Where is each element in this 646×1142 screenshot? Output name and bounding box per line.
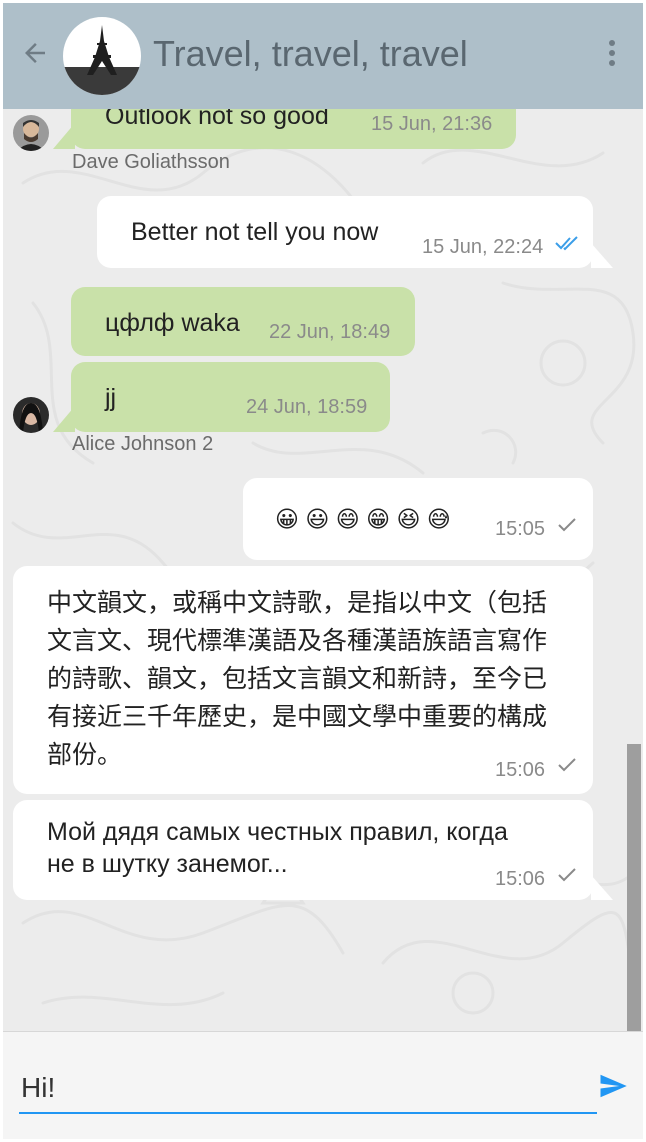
message-bubble-outgoing[interactable]: 中文韻文，或稱中文詩歌，是指以中文（包括 文言文、現代標準漢語及各種漢語族語言寫… <box>13 566 593 794</box>
message-text: Better not tell you now <box>131 218 379 246</box>
message-bubble-incoming[interactable]: jj 24 Jun, 18:59 <box>71 362 390 432</box>
message-time: 15 Jun, 21:36 <box>371 113 493 135</box>
message-text-line: 部份。 <box>47 741 123 769</box>
message-text-line: 的詩歌、韻文，包括文言韻文和新詩，至今已 <box>47 665 548 693</box>
message-text-line: 中文韻文，或稱中文詩歌，是指以中文（包括 <box>47 589 548 617</box>
bubble-tail <box>591 243 613 268</box>
check-icon <box>558 518 576 532</box>
message-time: 22 Jun, 18:49 <box>269 321 391 343</box>
message-time: 15:05 <box>495 518 546 540</box>
app-bar: Travel, travel, travel <box>3 3 643 109</box>
message-bubble-outgoing[interactable]: 😀 😃 😄 😁 😆 😅 15:05 <box>243 478 593 560</box>
sender-name: Alice Johnson 2 <box>72 433 214 455</box>
sender-avatar-alice[interactable] <box>13 397 49 433</box>
sender-avatar-dave[interactable] <box>13 115 49 151</box>
message-text-line: Мой дядя самых честных правил, когда <box>47 818 508 846</box>
message-text-line: не в шутку занемог... <box>47 850 288 878</box>
message-time: 15:06 <box>495 868 546 890</box>
message-text: 中文韻文，或稱中文詩歌，是指以中文（包括 文言文、現代標準漢語及各種漢語族語言寫… <box>47 584 547 774</box>
eiffel-tower-avatar <box>63 25 141 95</box>
back-button[interactable] <box>15 33 55 73</box>
message-bubble-outgoing[interactable]: Better not tell you now 15 Jun, 22:24 <box>97 196 593 268</box>
message-input[interactable] <box>19 1064 597 1114</box>
message-time: 15 Jun, 22:24 <box>422 236 544 258</box>
bubble-tail <box>591 875 613 900</box>
send-button[interactable] <box>593 1066 633 1106</box>
chat-title: Travel, travel, travel <box>153 33 468 74</box>
message-composer <box>3 1031 643 1139</box>
send-icon <box>600 1074 627 1098</box>
message-text: цфлф waka <box>105 309 240 337</box>
message-emoji-text: 😀 😃 😄 😁 😆 😅 <box>275 506 451 532</box>
double-check-icon <box>555 236 578 251</box>
chat-window: Travel, travel, travel Outlook not so go… <box>3 3 643 1139</box>
user-avatar-icon <box>13 397 49 433</box>
user-avatar-icon <box>13 115 49 151</box>
scrollbar-thumb[interactable] <box>627 744 641 1033</box>
message-bubble-incoming[interactable]: цфлф waka 22 Jun, 18:49 <box>71 287 415 356</box>
message-time: 15:06 <box>495 759 546 781</box>
chat-avatar[interactable] <box>63 17 141 95</box>
message-bubble-outgoing[interactable]: Мой дядя самых честных правил, когда не … <box>13 800 593 900</box>
arrow-left-icon <box>25 43 45 63</box>
message-text: jj <box>105 384 117 412</box>
message-text-line: 有接近三千年歷史，是中國文學中重要的構成 <box>47 703 548 731</box>
overflow-menu-button[interactable] <box>599 33 625 73</box>
check-icon <box>558 868 576 882</box>
message-time: 24 Jun, 18:59 <box>246 396 368 418</box>
message-text: Мой дядя самых честных правил, когда не … <box>47 816 508 880</box>
check-icon <box>558 758 576 772</box>
sender-name: Dave Goliathsson <box>72 151 230 173</box>
scrollbar[interactable] <box>627 109 641 1033</box>
message-text-line: 文言文、現代標準漢語及各種漢語族語言寫作 <box>47 627 548 655</box>
more-vertical-icon <box>609 40 615 66</box>
